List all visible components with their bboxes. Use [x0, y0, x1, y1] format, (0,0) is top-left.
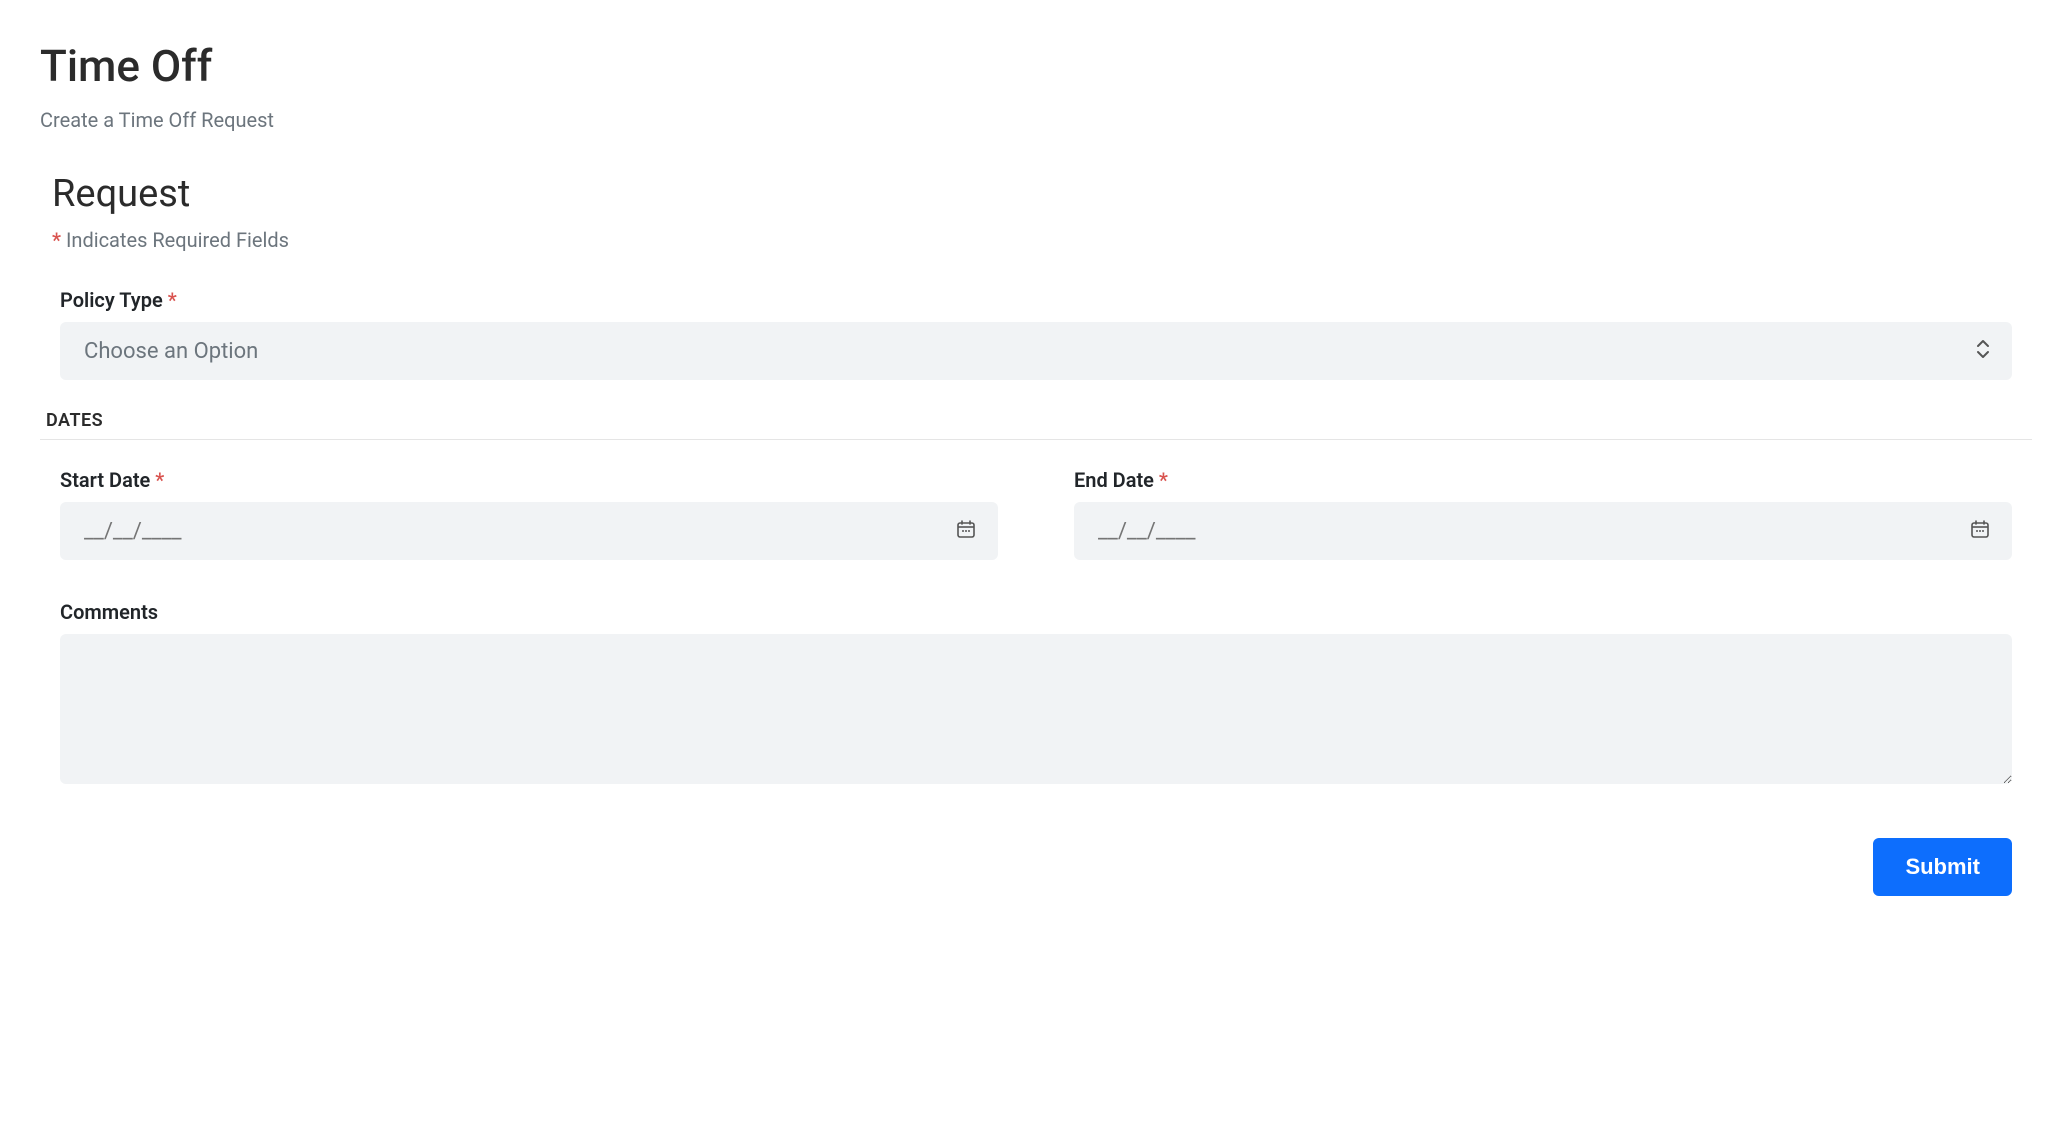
end-date-label-text: End Date	[1074, 468, 1154, 492]
section-title: Request	[52, 172, 2032, 216]
end-date-label: End Date *	[1074, 468, 2012, 492]
asterisk-icon: *	[52, 228, 61, 252]
asterisk-icon: *	[1159, 468, 1168, 492]
comments-label: Comments	[60, 600, 2012, 624]
divider	[40, 439, 2032, 440]
submit-button[interactable]: Submit	[1873, 838, 2012, 896]
policy-type-label: Policy Type *	[60, 288, 2012, 312]
required-fields-note: * Indicates Required Fields	[52, 228, 2032, 252]
end-date-input-wrapper	[1074, 502, 2012, 560]
comments-textarea[interactable]	[60, 634, 2012, 784]
calendar-icon[interactable]	[1970, 519, 1990, 543]
start-date-input[interactable]	[84, 519, 974, 544]
asterisk-icon: *	[168, 288, 177, 312]
dates-section-label: DATES	[46, 410, 2032, 431]
policy-type-select[interactable]: Choose an Option	[60, 322, 2012, 380]
start-date-label: Start Date *	[60, 468, 998, 492]
policy-type-label-text: Policy Type	[60, 288, 163, 312]
page-title: Time Off	[40, 40, 2032, 92]
required-note-text: Indicates Required Fields	[66, 228, 289, 252]
calendar-icon[interactable]	[956, 519, 976, 543]
end-date-input[interactable]	[1098, 519, 1988, 544]
select-caret-icon	[1976, 339, 1990, 363]
policy-type-placeholder: Choose an Option	[84, 339, 258, 364]
page-subtitle: Create a Time Off Request	[40, 108, 2032, 132]
start-date-input-wrapper	[60, 502, 998, 560]
start-date-label-text: Start Date	[60, 468, 150, 492]
asterisk-icon: *	[155, 468, 164, 492]
